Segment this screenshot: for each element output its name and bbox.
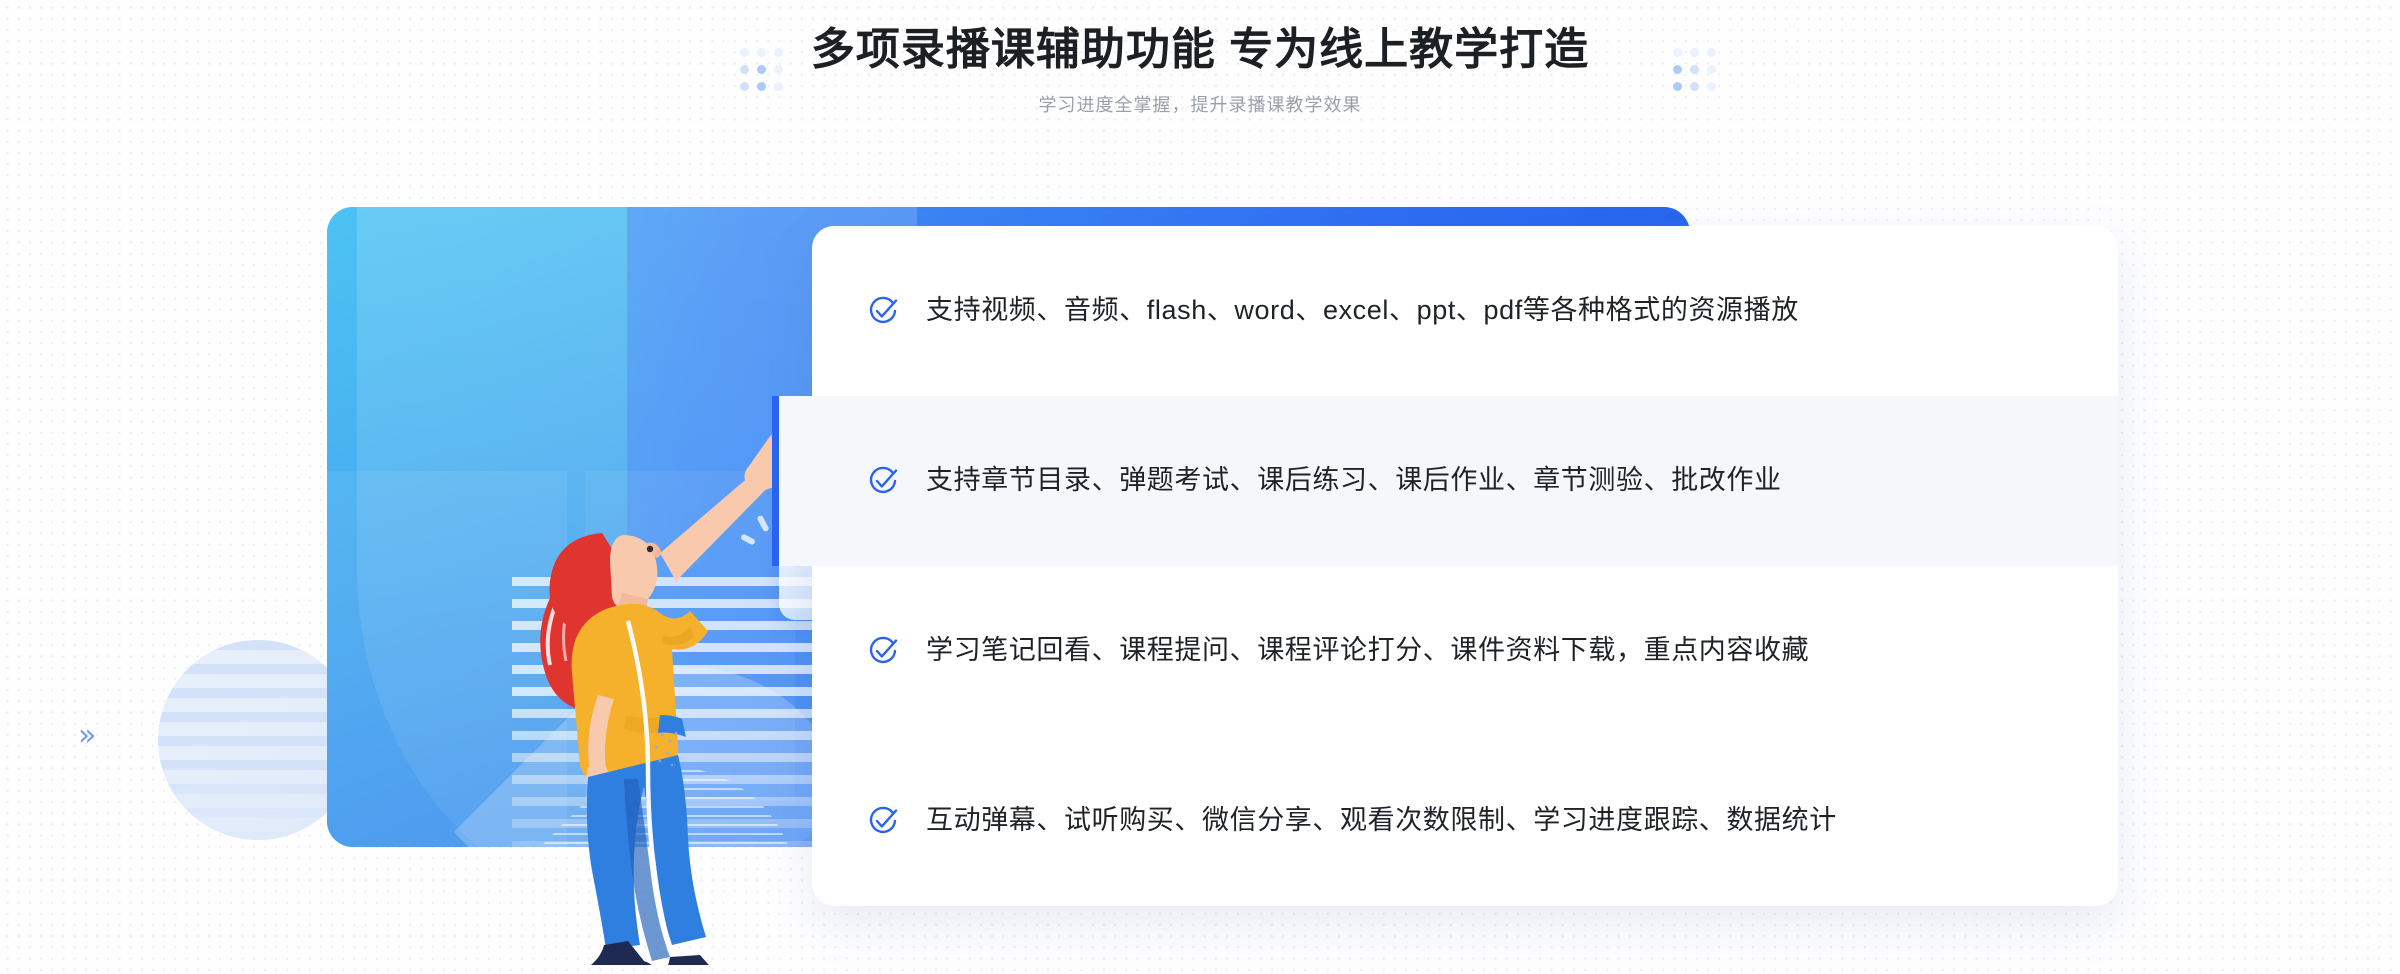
decorative-dot-grid-right (1673, 48, 1716, 91)
chevron-right-icon: » (78, 718, 97, 753)
feature-item-label: 支持视频、音频、flash、word、excel、ppt、pdf等各种格式的资源… (926, 295, 1799, 326)
check-circle-icon (869, 636, 898, 664)
feature-item-label: 支持章节目录、弹题考试、课后练习、课后作业、章节测验、批改作业 (926, 465, 1782, 496)
feature-item[interactable]: 互动弹幕、试听购买、微信分享、观看次数限制、学习进度跟踪、数据统计 (812, 736, 2118, 906)
feature-showcase-banner: 多项录播课辅助功能 专为线上教学打造 学习进度全掌握，提升录播课教学效果 » « (0, 0, 2400, 974)
feature-item-label: 学习笔记回看、课程提问、课程评论打分、课件资料下载，重点内容收藏 (926, 635, 1810, 666)
check-circle-icon (869, 466, 898, 494)
decorative-dot-grid-left (740, 48, 783, 91)
feature-item[interactable]: 支持视频、音频、flash、word、excel、ppt、pdf等各种格式的资源… (812, 226, 2118, 396)
check-circle-icon (869, 296, 898, 324)
header: 多项录播课辅助功能 专为线上教学打造 学习进度全掌握，提升录播课教学效果 (0, 22, 2400, 117)
feature-list: 支持视频、音频、flash、word、excel、ppt、pdf等各种格式的资源… (772, 226, 2118, 906)
page-title: 多项录播课辅助功能 专为线上教学打造 (810, 25, 1590, 74)
feature-item[interactable]: 支持章节目录、弹题考试、课后练习、课后作业、章节测验、批改作业 (772, 396, 2118, 566)
page-subtitle: 学习进度全掌握，提升录播课教学效果 (1038, 95, 1362, 115)
feature-item[interactable]: 学习笔记回看、课程提问、课程评论打分、课件资料下载，重点内容收藏 (812, 566, 2118, 736)
feature-item-label: 互动弹幕、试听购买、微信分享、观看次数限制、学习进度跟踪、数据统计 (926, 805, 1837, 836)
check-circle-icon (869, 806, 898, 834)
feature-card: 支持视频、音频、flash、word、excel、ppt、pdf等各种格式的资源… (772, 226, 2118, 906)
